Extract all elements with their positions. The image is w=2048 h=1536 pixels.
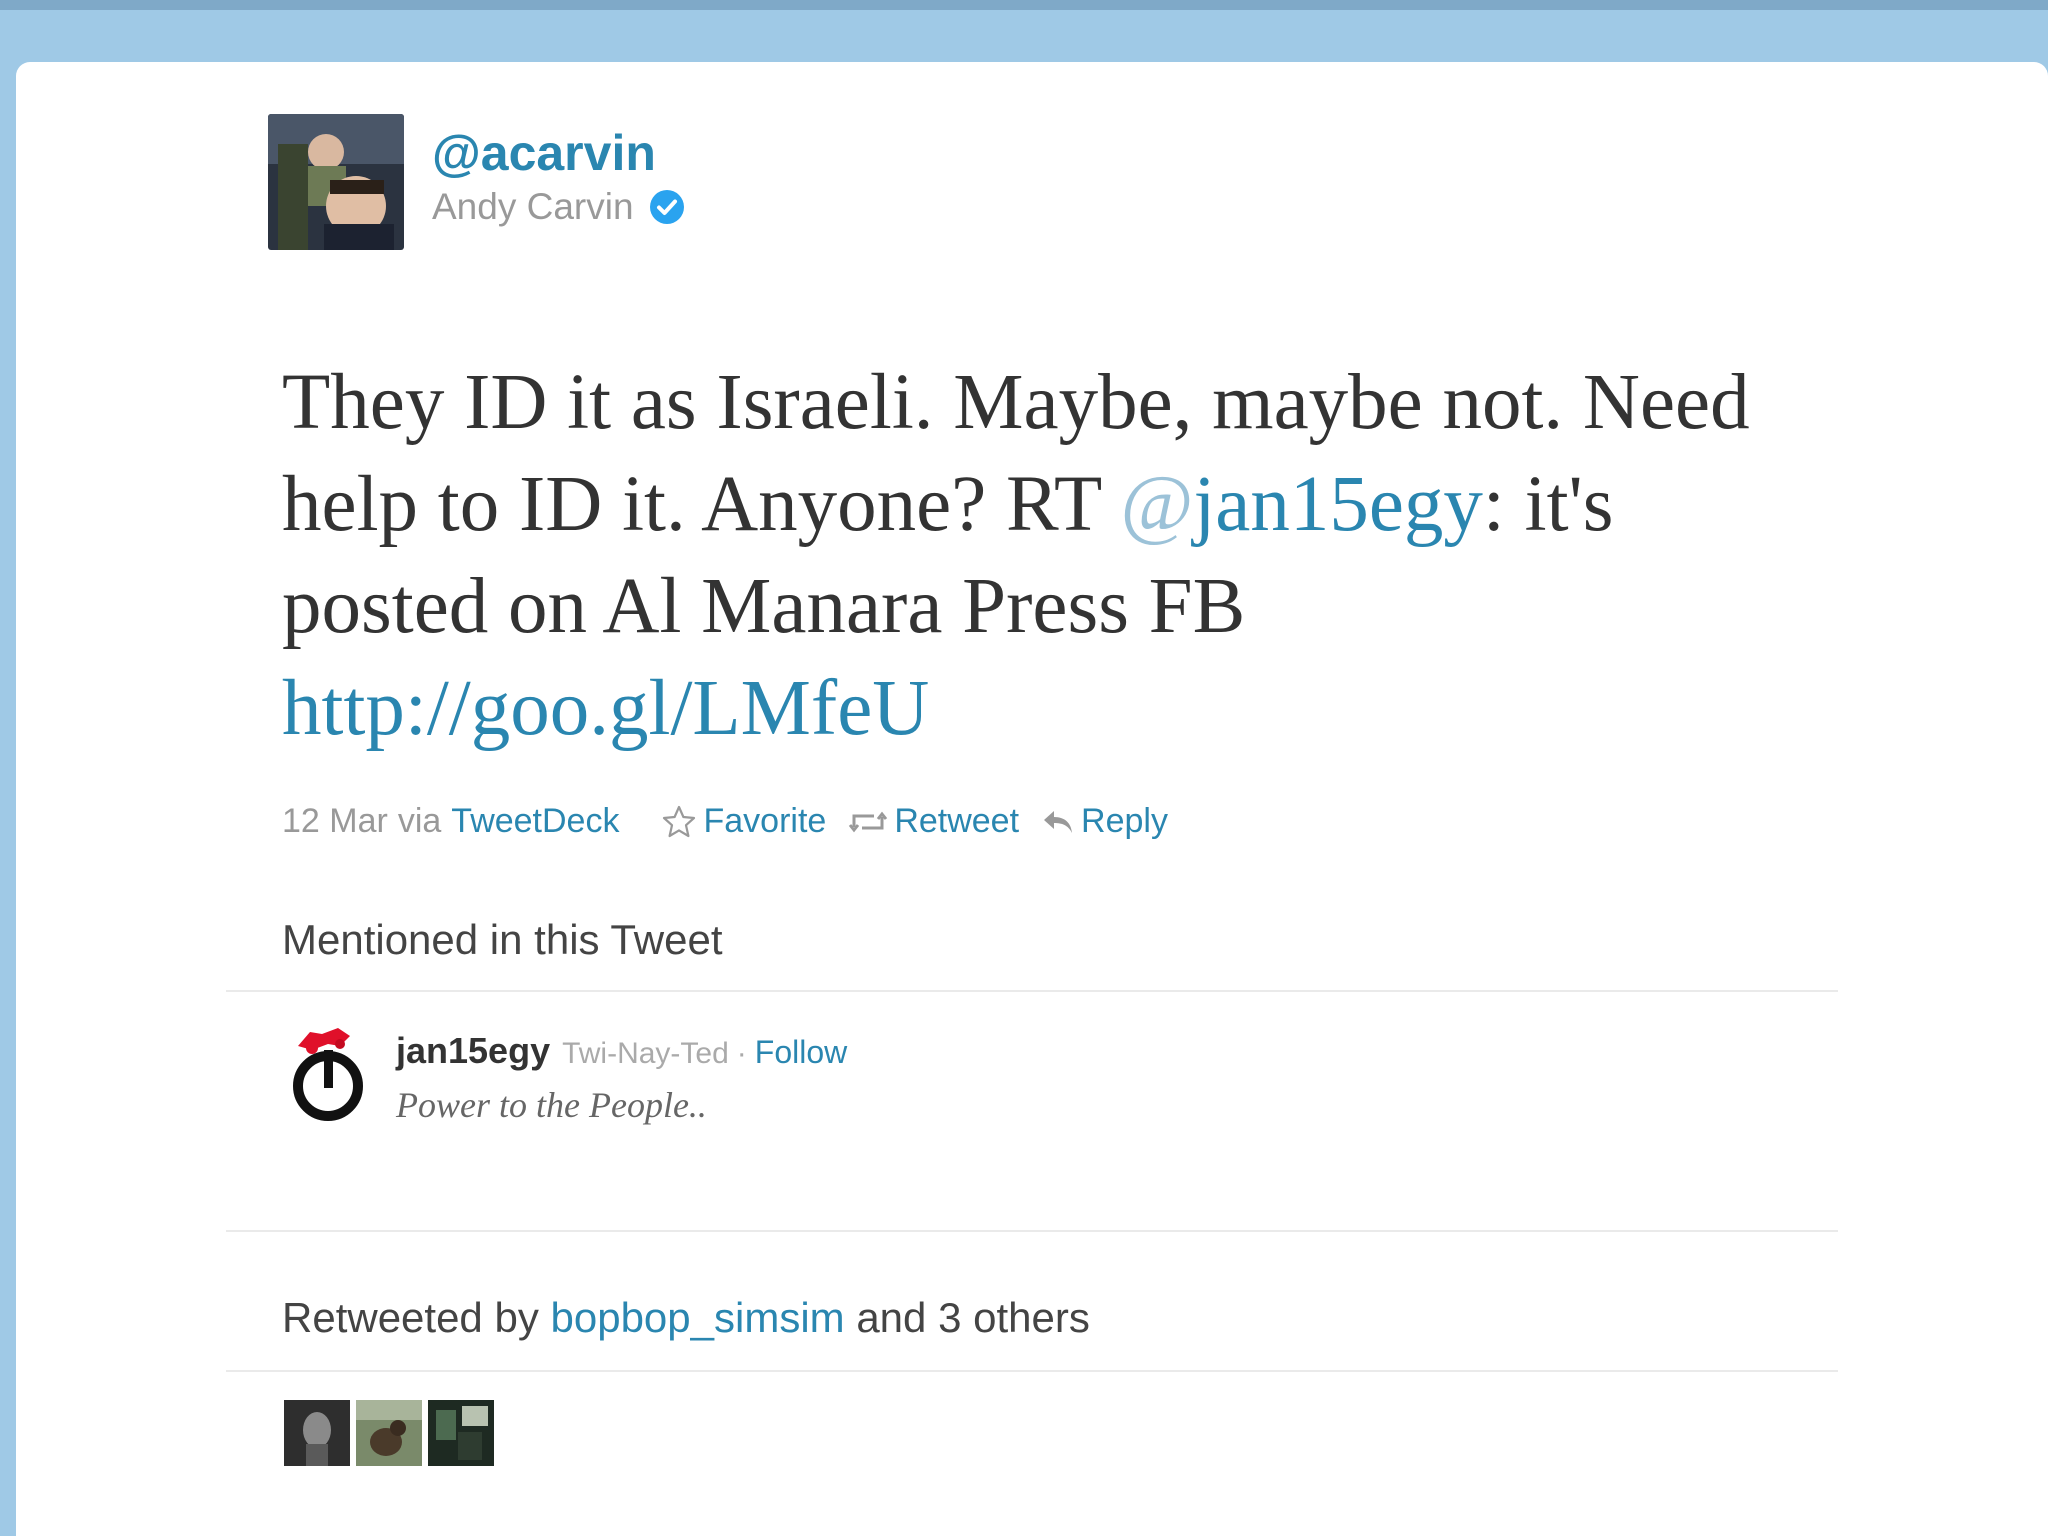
- mentioned-username[interactable]: jan15egy: [396, 1030, 550, 1072]
- window-top-bar: [0, 0, 2048, 10]
- tweet-text: They ID it as Israeli. Maybe, maybe not.…: [282, 352, 1802, 760]
- author-display-name: Andy Carvin: [432, 186, 686, 228]
- favorite-button[interactable]: Favorite: [661, 802, 826, 841]
- retweet-label: Retweet: [894, 802, 1020, 840]
- tweet-url-link[interactable]: http://goo.gl/LMfeU: [282, 665, 929, 752]
- mention-at-sign: @: [1120, 461, 1194, 548]
- author-handle[interactable]: @acarvin: [432, 124, 656, 182]
- tweet-meta-row: 12 Mar via TweetDeck Favorite Retweet Re…: [282, 802, 1168, 841]
- retweeter-avatar[interactable]: [428, 1400, 494, 1466]
- divider: [226, 990, 1838, 992]
- author-avatar[interactable]: [268, 114, 404, 250]
- verified-badge-icon: [648, 188, 686, 226]
- tweet-date[interactable]: 12 Mar: [282, 802, 388, 841]
- retweeter-avatars: [284, 1400, 500, 1466]
- retweeted-by-line: Retweeted by bopbop_simsim and 3 others: [282, 1294, 1090, 1342]
- retweeted-by-prefix: Retweeted by: [282, 1294, 539, 1341]
- mentioned-user-names: jan15egy Twi-Nay-Ted · Follow: [396, 1030, 847, 1072]
- reply-label: Reply: [1081, 802, 1168, 840]
- favorite-label: Favorite: [703, 802, 827, 840]
- divider: [226, 1370, 1838, 1372]
- retweeter-link[interactable]: bopbop_simsim: [551, 1294, 845, 1341]
- mentioned-section-title: Mentioned in this Tweet: [282, 916, 723, 963]
- reply-button[interactable]: Reply: [1041, 802, 1168, 841]
- star-icon: [663, 805, 696, 837]
- follow-button[interactable]: Follow: [755, 1034, 847, 1071]
- retweeted-by-suffix: and 3 others: [856, 1294, 1090, 1341]
- retweeter-avatar[interactable]: [284, 1400, 350, 1466]
- tweet-client-link[interactable]: TweetDeck: [451, 802, 619, 841]
- reply-arrow-icon: [1044, 810, 1073, 833]
- retweet-button[interactable]: Retweet: [848, 802, 1019, 841]
- tweet-mention-link[interactable]: @jan15egy: [1121, 461, 1483, 548]
- separator-dot: ·: [736, 1037, 747, 1070]
- mentioned-user-bio: Power to the People..: [396, 1085, 707, 1125]
- retweeter-avatar[interactable]: [356, 1400, 422, 1466]
- mentioned-display-name: Twi-Nay-Ted: [562, 1037, 729, 1070]
- mentioned-user-avatar[interactable]: [288, 1024, 368, 1122]
- tweet-via-label: via: [397, 802, 442, 840]
- mention-username: jan15egy: [1193, 461, 1483, 548]
- divider: [226, 1230, 1838, 1232]
- author-name-label: Andy Carvin: [432, 186, 634, 227]
- retweet-icon: [849, 811, 888, 832]
